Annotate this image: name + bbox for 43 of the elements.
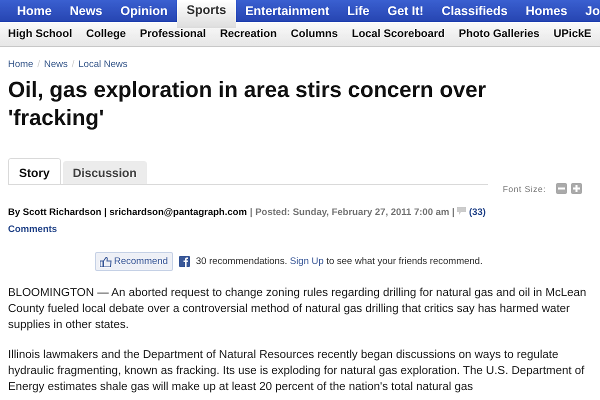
breadcrumb-link[interactable]: News (44, 59, 68, 70)
recommendation-text: 30 recommendations. Sign Up to see what your friends recommend. (196, 256, 483, 267)
headline: Oil, gas exploration in area stirs concern over 'fracking' (8, 76, 488, 132)
plus-icon (573, 185, 580, 192)
increase-font-button[interactable] (571, 183, 582, 194)
article-paragraph: BLOOMINGTON — An aborted request to change zoning rules regarding drilling for natural gas and oil in McLean County fueled local debate over a controversial method of natural gas drilling that critics say has harmed water supplies in other states. (8, 286, 588, 333)
sub-nav-link[interactable]: UPickE (553, 28, 592, 40)
sub-nav-link[interactable]: Columns (290, 28, 338, 40)
nav-tab[interactable]: Get It! (378, 0, 433, 22)
logo-icon (178, 256, 190, 267)
sub-nav-link[interactable]: Professional (140, 28, 206, 40)
comments-link[interactable]: Comments (8, 224, 58, 235)
sign-up-link[interactable]: Sign Up (290, 256, 324, 267)
breadcrumb-link[interactable]: Local News (78, 59, 128, 70)
nav-tab[interactable]: Entertainment (236, 0, 338, 22)
breadcrumb-separator: / (72, 59, 74, 70)
sub-nav-link[interactable]: College (86, 28, 126, 40)
nav-tab[interactable]: Life (338, 0, 378, 22)
article-tab[interactable]: Discussion (62, 161, 147, 184)
minus-icon (558, 185, 565, 192)
breadcrumb-link[interactable]: Home (8, 59, 34, 70)
sub-nav-link[interactable]: Local Scoreboard (352, 28, 445, 40)
article-tab[interactable]: Story (8, 158, 61, 184)
comments-count-link[interactable]: (33) (468, 207, 486, 218)
posted-date: | Posted: Sunday, February 27, 2011 7:00 am | (250, 207, 455, 218)
nav-tab[interactable]: Sports (176, 0, 236, 28)
thumbs-up-icon (100, 256, 112, 266)
sub-nav-link[interactable]: Photo Galleries (458, 28, 540, 40)
font-size-label: Font Size: (502, 184, 546, 194)
author-byline: By Scott Richardson | srichardson@pantagraph.com (8, 207, 247, 218)
comment-icon (457, 207, 466, 215)
decrease-font-button[interactable] (556, 183, 567, 194)
recommend-button[interactable]: Recommend (95, 252, 173, 271)
sub-nav-link[interactable]: Recreation (220, 28, 277, 40)
nav-tab[interactable]: Jo (576, 0, 600, 22)
nav-tab[interactable]: Home (8, 0, 61, 22)
article-paragraph: Illinois lawmakers and the Department of Natural Resources recently began discussions on ways to regulate hydraulic fragmenting, known as fracking. Its use is exploding for natural gas exploration. The U.S. Department of Energy estimates shale gas will make up at least 20 percent of the nation's total natural gas (8, 348, 586, 395)
nav-tab[interactable]: News (60, 0, 112, 22)
nav-tab[interactable]: Classifieds (432, 0, 517, 22)
sub-nav-link[interactable]: High School (8, 28, 72, 40)
breadcrumb-separator: / (37, 59, 40, 70)
nav-tab[interactable]: Homes (516, 0, 576, 22)
nav-tab[interactable]: Opinion (111, 0, 177, 22)
